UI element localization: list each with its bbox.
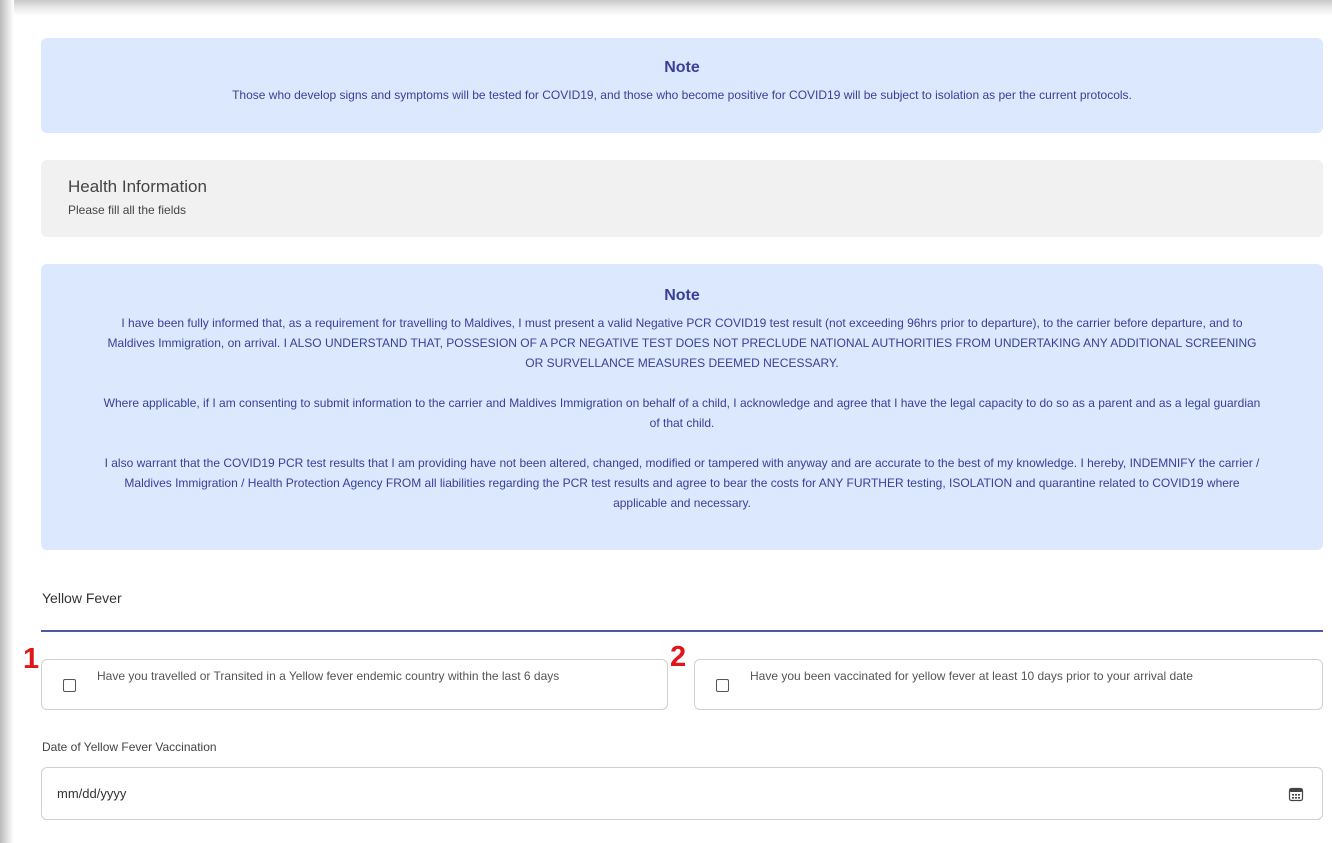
travel-checkbox[interactable] bbox=[63, 679, 76, 692]
declaration-paragraph: I also warrant that the COVID19 PCR test… bbox=[104, 456, 1260, 510]
window-top-shadow bbox=[0, 0, 1332, 16]
yellow-fever-travel-option[interactable]: Have you travelled or Transited in a Yel… bbox=[41, 659, 668, 710]
section-subtitle: Please fill all the fields bbox=[68, 203, 187, 217]
section-title: Health Information bbox=[68, 177, 207, 196]
health-information-section: Health Information Please fill all the f… bbox=[41, 160, 1323, 237]
vaccinated-checkbox[interactable] bbox=[716, 679, 729, 692]
section-divider bbox=[41, 630, 1323, 632]
note-title: Note bbox=[664, 287, 700, 304]
vaccination-date-input[interactable]: mm/dd/yyyy bbox=[41, 767, 1323, 820]
vaccination-date-label: Date of Yellow Fever Vaccination bbox=[42, 740, 217, 754]
annotation-marker-1: 1 bbox=[23, 643, 40, 675]
checkbox-label: Have you been vaccinated for yellow feve… bbox=[750, 669, 1193, 683]
calendar-icon[interactable] bbox=[1288, 786, 1304, 802]
date-placeholder: mm/dd/yyyy bbox=[57, 786, 127, 801]
checkbox-label: Have you travelled or Transited in a Yel… bbox=[97, 669, 560, 683]
declaration-paragraph: I have been fully informed that, as a re… bbox=[107, 316, 1257, 370]
note-text: Those who develop signs and symptoms wil… bbox=[232, 88, 1132, 102]
annotation-marker-2: 2 bbox=[670, 641, 687, 673]
note-text: I have been fully informed that, as a re… bbox=[101, 313, 1263, 513]
declaration-note-banner: Note I have been fully informed that, as… bbox=[41, 264, 1323, 550]
yellow-fever-heading: Yellow Fever bbox=[42, 590, 122, 606]
note-title: Note bbox=[664, 59, 700, 76]
window-left-shadow bbox=[0, 0, 14, 843]
yellow-fever-vaccinated-option[interactable]: Have you been vaccinated for yellow feve… bbox=[694, 659, 1323, 710]
covid-note-banner: Note Those who develop signs and symptom… bbox=[41, 38, 1323, 133]
declaration-paragraph: Where applicable, if I am consenting to … bbox=[103, 396, 1261, 430]
